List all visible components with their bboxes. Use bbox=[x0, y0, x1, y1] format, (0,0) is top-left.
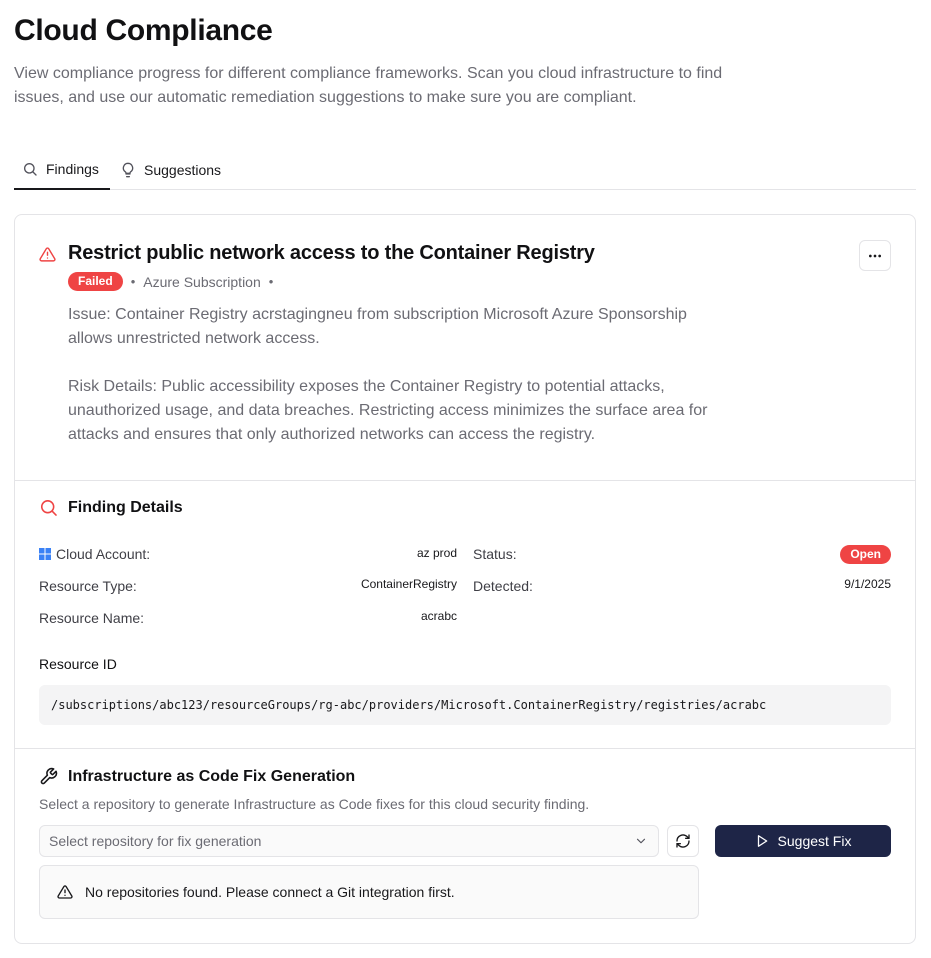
iac-description: Select a repository to generate Infrastr… bbox=[39, 796, 590, 812]
resource-name-value: acrabc bbox=[420, 609, 457, 623]
issue-text: Issue: Container Registry acrstagingneu … bbox=[68, 306, 687, 347]
finding-summary: Restrict public network access to the Co… bbox=[15, 215, 915, 481]
windows-logo-icon bbox=[39, 548, 51, 560]
search-icon bbox=[24, 163, 37, 176]
finding-card: Restrict public network access to the Co… bbox=[14, 214, 916, 944]
chevron-down-icon bbox=[636, 838, 646, 844]
detected-value: 9/1/2025 bbox=[844, 577, 891, 591]
more-horizontal-icon bbox=[869, 254, 881, 257]
risk-text: Risk Details: Public accessibility expos… bbox=[68, 378, 708, 443]
page-description: View compliance progress for different c… bbox=[14, 65, 723, 106]
tab-suggestions[interactable]: Suggestions bbox=[118, 150, 221, 190]
source-label: Azure Subscription bbox=[143, 273, 261, 290]
tab-findings-label: Findings bbox=[46, 161, 99, 177]
finding-meta: Failed • Azure Subscription • bbox=[68, 272, 273, 291]
iac-heading-title: Infrastructure as Code Fix Generation bbox=[68, 767, 356, 785]
repository-select-placeholder: Select repository for fix generation bbox=[49, 833, 262, 849]
search-icon bbox=[40, 499, 57, 516]
no-repositories-alert: No repositories found. Please connect a … bbox=[39, 865, 699, 919]
tab-suggestions-label: Suggestions bbox=[144, 162, 222, 178]
no-repositories-alert-text: No repositories found. Please connect a … bbox=[85, 884, 455, 900]
refresh-repositories-button[interactable] bbox=[667, 825, 699, 857]
play-icon bbox=[757, 835, 767, 847]
page-title: Cloud Compliance bbox=[14, 14, 273, 47]
finding-details: Finding Details Cloud Account: az prod R… bbox=[15, 481, 915, 749]
failed-badge: Failed bbox=[68, 272, 123, 291]
finding-description: Issue: Container Registry acrstagingneu … bbox=[68, 303, 728, 447]
iac-fix-section: Infrastructure as Code Fix Generation Se… bbox=[15, 749, 915, 945]
status-badge: Open bbox=[840, 545, 891, 564]
detected-label: Detected: bbox=[473, 578, 533, 594]
repository-select[interactable]: Select repository for fix generation bbox=[39, 825, 659, 857]
iac-heading: Infrastructure as Code Fix Generation bbox=[39, 767, 355, 786]
warning-triangle-icon bbox=[39, 247, 56, 262]
resource-id-value: /subscriptions/abc123/resourceGroups/rg-… bbox=[39, 685, 891, 725]
tab-bar: Findings Suggestions bbox=[14, 150, 916, 190]
meta-separator: • bbox=[268, 274, 274, 289]
cloud-account-label-text: Cloud Account: bbox=[56, 546, 151, 562]
cloud-account-value: az prod bbox=[416, 546, 457, 560]
lightbulb-icon bbox=[122, 162, 134, 178]
resource-type-value: ContainerRegistry bbox=[360, 577, 457, 591]
finding-details-heading: Finding Details bbox=[39, 498, 183, 517]
tab-findings[interactable]: Findings bbox=[14, 150, 110, 190]
warning-triangle-icon bbox=[57, 885, 73, 899]
resource-id-label: Resource ID bbox=[39, 656, 117, 672]
suggest-fix-button[interactable]: Suggest Fix bbox=[715, 825, 891, 857]
cloud-account-label: Cloud Account: bbox=[39, 546, 150, 562]
resource-type-label: Resource Type: bbox=[39, 578, 137, 594]
more-options-button[interactable] bbox=[859, 240, 891, 271]
finding-details-title: Finding Details bbox=[68, 498, 183, 516]
status-label: Status: bbox=[473, 546, 517, 562]
resource-name-label: Resource Name: bbox=[39, 610, 145, 626]
meta-separator: • bbox=[130, 274, 136, 289]
suggest-fix-label: Suggest Fix bbox=[777, 833, 852, 849]
finding-title: Restrict public network access to the Co… bbox=[68, 242, 595, 264]
refresh-icon bbox=[676, 834, 690, 848]
wrench-icon bbox=[40, 767, 58, 785]
